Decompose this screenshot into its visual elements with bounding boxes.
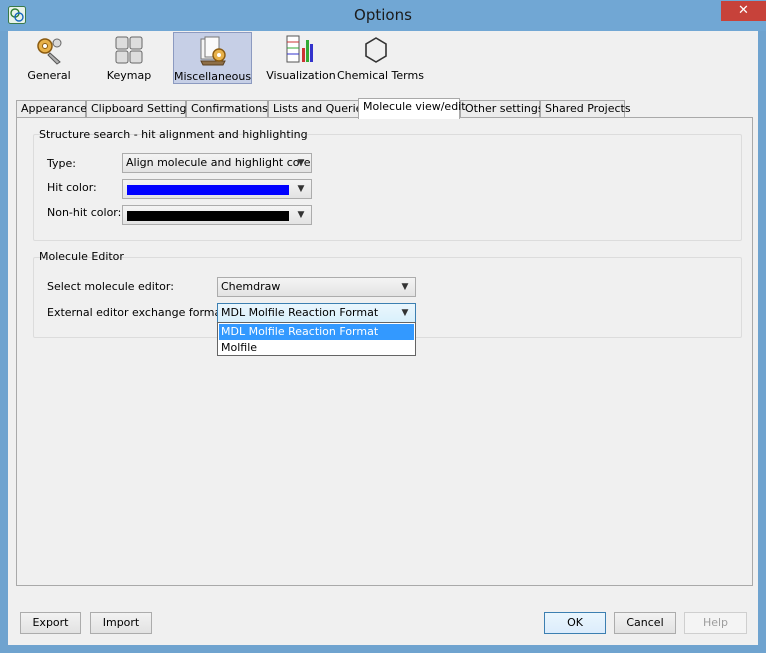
dropdown-option-mdl-molfile-reaction[interactable]: MDL Molfile Reaction Format (219, 324, 414, 340)
toolbar-label: Visualization (266, 69, 336, 82)
dropdown-option-molfile[interactable]: Molfile (219, 340, 414, 356)
options-window: Options ✕ General Keymap Miscellaneous V… (0, 0, 766, 653)
window-title: Options (354, 6, 412, 24)
exchange-format-select[interactable]: MDL Molfile Reaction Format ▼ (217, 303, 416, 323)
tab-molecule-view-edit[interactable]: Molecule view/edit (358, 98, 466, 119)
tab-lists-and-queries[interactable]: Lists and Queries (268, 100, 368, 118)
structure-search-title: Structure search - hit alignment and hig… (39, 128, 308, 141)
toolbar-item-miscellaneous[interactable]: Miscellaneous (173, 32, 252, 84)
hit-color-swatch (127, 185, 289, 195)
exchange-format-value: MDL Molfile Reaction Format (221, 306, 379, 319)
non-hit-color-swatch (127, 211, 289, 221)
select-editor-label: Select molecule editor: (47, 280, 174, 293)
settings-tabs: Appearance Clipboard Settings Confirmati… (16, 98, 756, 119)
import-button[interactable]: Import (90, 612, 152, 634)
export-button[interactable]: Export (20, 612, 81, 634)
chevron-down-icon: ▼ (297, 210, 305, 220)
hexagon-icon (365, 37, 387, 63)
chevron-down-icon: ▼ (401, 308, 409, 318)
gears-icon (37, 38, 62, 65)
title-bar[interactable]: Options ✕ (0, 0, 766, 31)
toolbar-label: Miscellaneous (174, 70, 252, 83)
type-select-value: Align molecule and highlight core (126, 156, 311, 169)
tab-clipboard-settings[interactable]: Clipboard Settings (86, 100, 192, 118)
cancel-button[interactable]: Cancel (614, 612, 676, 634)
exchange-format-label: External editor exchange format: (47, 306, 230, 319)
chevron-down-icon: ▼ (297, 184, 305, 194)
category-toolbar: General Keymap Miscellaneous Visualizati… (8, 31, 758, 91)
misc-tools-icon (200, 36, 226, 66)
toolbar-item-chemical-terms[interactable]: Chemical Terms (337, 32, 424, 84)
toolbar-item-general[interactable]: General (14, 32, 84, 84)
chevron-down-icon: ▼ (297, 158, 305, 168)
type-label: Type: (47, 157, 76, 170)
tab-appearance[interactable]: Appearance (16, 100, 87, 118)
tab-shared-projects[interactable]: Shared Projects (540, 100, 631, 118)
non-hit-color-select[interactable]: ▼ (122, 205, 312, 225)
chevron-down-icon: ▼ (401, 282, 409, 292)
toolbar-item-visualization[interactable]: Visualization (261, 32, 341, 84)
keyboard-icon (115, 36, 143, 64)
molecule-editor-select[interactable]: Chemdraw ▼ (217, 277, 416, 297)
tab-other-settings[interactable]: Other settings (460, 100, 544, 118)
toolbar-label: Chemical Terms (337, 69, 424, 82)
molecule-editor-value: Chemdraw (221, 280, 281, 293)
help-button[interactable]: Help (684, 612, 747, 634)
toolbar-item-keymap[interactable]: Keymap (94, 32, 164, 84)
non-hit-color-label: Non-hit color: (47, 206, 122, 219)
toolbar-label: General (27, 69, 71, 82)
toolbar-label: Keymap (106, 69, 152, 82)
close-button[interactable]: ✕ (721, 1, 766, 21)
ok-button[interactable]: OK (544, 612, 606, 634)
close-icon: ✕ (738, 3, 749, 18)
chart-grid-icon (286, 35, 313, 63)
hit-color-select[interactable]: ▼ (122, 179, 312, 199)
exchange-format-dropdown: MDL Molfile Reaction Format Molfile (217, 322, 416, 356)
type-select[interactable]: Align molecule and highlight core ▼ (122, 153, 312, 173)
hit-color-label: Hit color: (47, 181, 97, 194)
dialog-client-area: General Keymap Miscellaneous Visualizati… (8, 31, 758, 645)
molecule-editor-title: Molecule Editor (39, 250, 124, 263)
tab-confirmations[interactable]: Confirmations (186, 100, 268, 118)
